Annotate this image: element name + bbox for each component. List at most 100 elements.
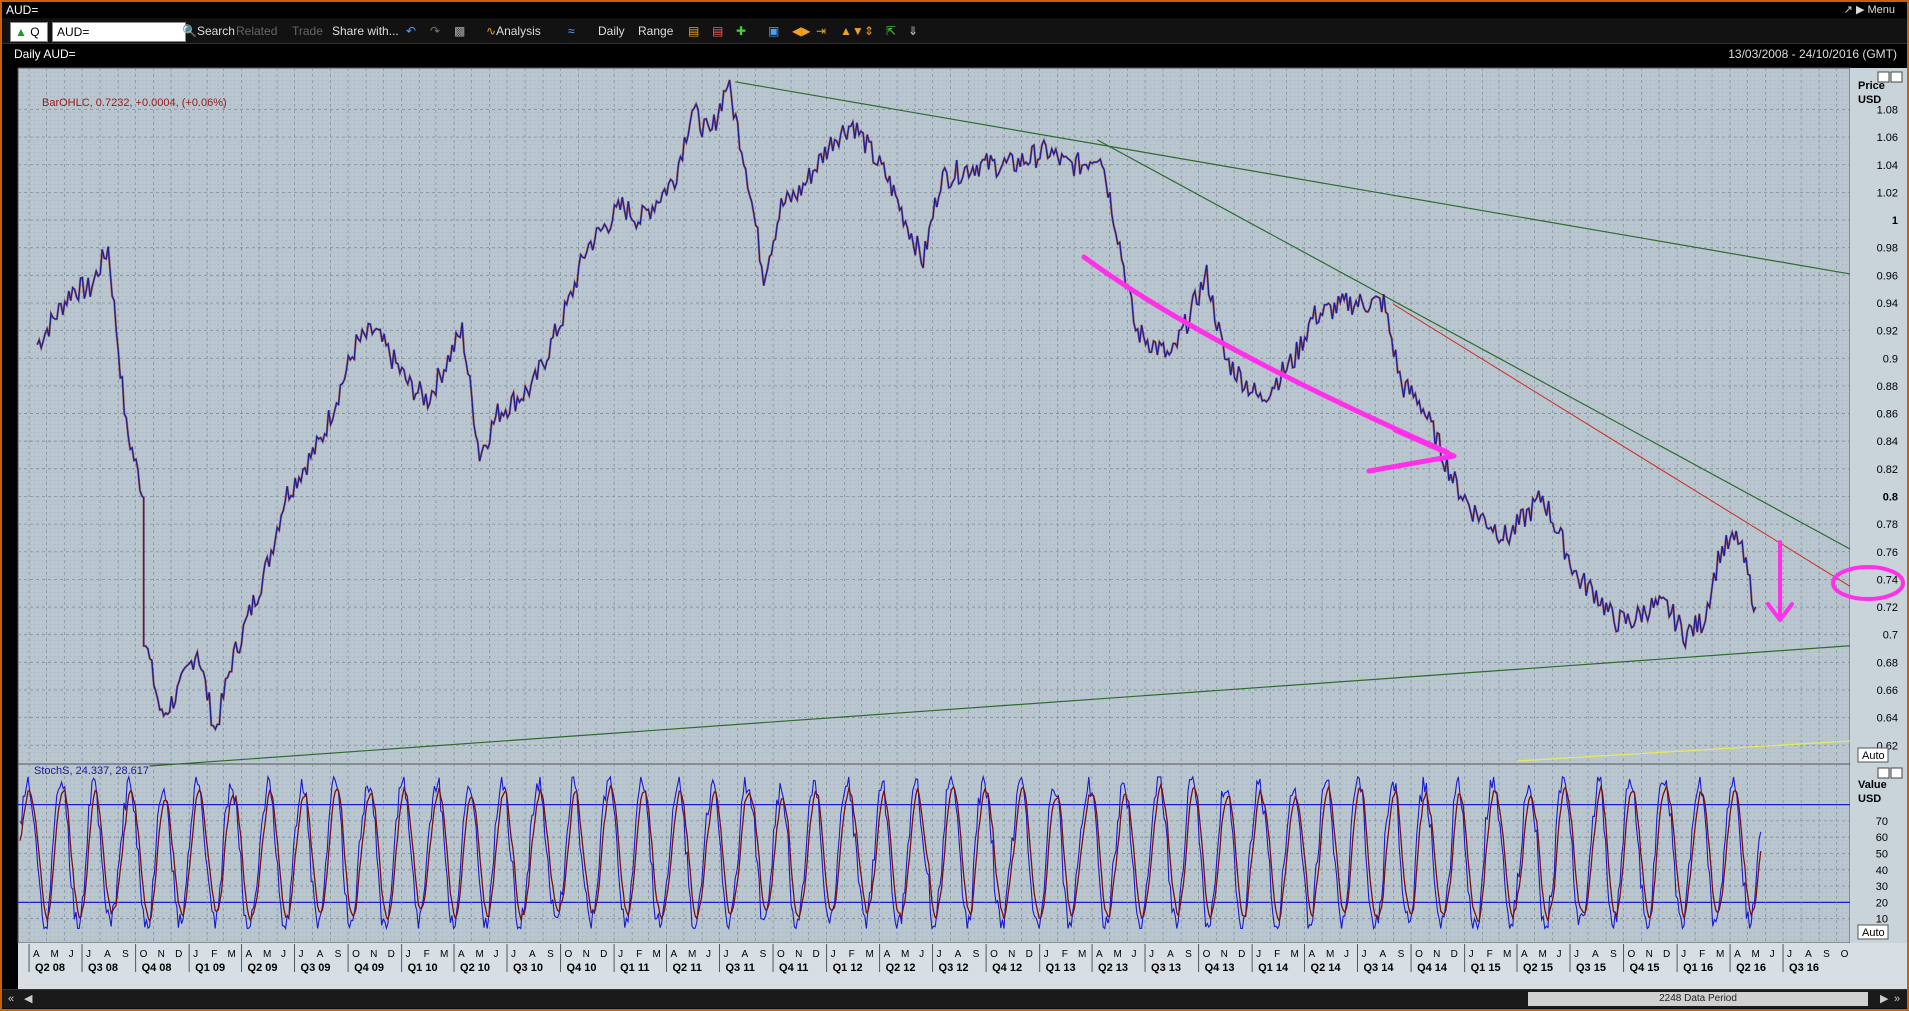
quote-type-select[interactable]: ▲ Q — [10, 22, 48, 42]
crosshair-icon[interactable]: ✚ — [736, 22, 746, 40]
scroll-left-icon[interactable]: ◀▶ — [792, 22, 810, 40]
month-tick-label: M — [51, 949, 59, 960]
month-tick-label: A — [884, 949, 891, 960]
quarter-tick-label: Q4 12 — [992, 962, 1022, 974]
month-tick-label: F — [636, 949, 642, 960]
quarter-tick-label: Q4 08 — [142, 962, 172, 974]
chart-canvas[interactable]: 1.08 1.06 1.04 1.02 1 0.98 0.96 0.94 0.92 0.9 0.88… — [2, 64, 1907, 989]
scale-icon[interactable]: ▲▼ — [840, 22, 864, 40]
popout-icon[interactable]: ↗ — [1844, 4, 1853, 16]
month-tick-label: O — [565, 949, 573, 960]
quarter-tick-label: Q2 13 — [1098, 962, 1128, 974]
price-close-icon[interactable] — [1890, 71, 1903, 83]
ric-input[interactable]: AUD= — [52, 22, 186, 42]
fit-icon[interactable]: ⇕ — [864, 22, 874, 40]
scroll-right-arrow-icon[interactable]: ▶ — [1880, 990, 1888, 1008]
quarter-tick-label: Q2 09 — [248, 962, 278, 974]
month-tick-label: J — [1132, 949, 1137, 960]
month-tick-label: S — [973, 949, 980, 960]
quarter-tick-label: Q4 11 — [779, 962, 808, 974]
price-tick-label: 0.82 — [1877, 464, 1898, 476]
quarter-tick-label: Q3 13 — [1151, 962, 1181, 974]
month-tick-label: D — [388, 949, 395, 960]
month-tick-label: M — [1503, 949, 1511, 960]
month-tick-label: D — [600, 949, 607, 960]
scroll-end-icon[interactable]: ⇥ — [816, 22, 826, 40]
quarter-tick-label: Q2 12 — [886, 962, 916, 974]
bar-chart-icon[interactable]: ▤ — [712, 22, 723, 40]
menu-label[interactable]: Menu — [1867, 4, 1895, 16]
line-chart-icon[interactable]: ▤ — [688, 22, 699, 40]
search-button[interactable]: 🔍Search — [182, 22, 235, 40]
month-tick-label: S — [1610, 949, 1617, 960]
scroll-start-icon[interactable]: « — [8, 990, 14, 1008]
month-tick-label: O — [140, 949, 148, 960]
month-tick-label: A — [1096, 949, 1103, 960]
more-chevron-icon[interactable]: ⇓ — [908, 22, 918, 40]
month-tick-label: J — [281, 949, 286, 960]
month-tick-label: M — [1290, 949, 1298, 960]
folder-icon[interactable]: ▩ — [454, 22, 465, 40]
month-tick-label: D — [813, 949, 820, 960]
month-tick-label: M — [1114, 949, 1122, 960]
month-tick-label: N — [370, 949, 377, 960]
month-tick-label: A — [1805, 949, 1812, 960]
time-scrollbar[interactable]: « ◀ 2248 Data Period ▶ » — [2, 989, 1907, 1008]
quarter-tick-label: Q2 16 — [1736, 962, 1766, 974]
window-titlebar: AUD= ↗ ▶ Menu — [2, 2, 1907, 18]
draw-tool-icon[interactable]: ⇱ — [886, 22, 896, 40]
redo-icon[interactable]: ↷ — [430, 22, 440, 40]
interval-select[interactable]: Daily — [598, 22, 625, 40]
scroll-left-arrow-icon[interactable]: ◀ — [24, 990, 32, 1008]
month-tick-label: J — [937, 949, 942, 960]
quarter-tick-label: Q3 08 — [88, 962, 118, 974]
overlay-icon[interactable]: ≈ — [568, 22, 575, 40]
price-tick-label: 0.84 — [1877, 436, 1898, 448]
scrollbar-thumb[interactable]: 2248 Data Period — [1528, 992, 1868, 1006]
date-range: 13/03/2008 - 24/10/2016 (GMT) — [1728, 47, 1897, 61]
price-tick-label: 0.92 — [1877, 326, 1898, 338]
month-tick-label: F — [1274, 949, 1280, 960]
share-button[interactable]: Share with... — [332, 22, 399, 40]
stoch-auto-label[interactable]: Auto — [1862, 927, 1885, 939]
month-tick-label: D — [1026, 949, 1033, 960]
trade-menu[interactable]: Trade — [292, 22, 323, 40]
undo-icon[interactable]: ↶ — [406, 22, 416, 40]
price-maximize-icon[interactable] — [1877, 71, 1890, 83]
month-tick-label: A — [742, 949, 749, 960]
price-auto-label[interactable]: Auto — [1862, 750, 1885, 762]
month-tick-label: O — [1203, 949, 1211, 960]
month-tick-label: D — [1238, 949, 1245, 960]
month-tick-label: M — [1326, 949, 1334, 960]
range-select[interactable]: Range — [638, 22, 673, 40]
lock-icon[interactable]: ▶ — [1856, 4, 1864, 16]
x-ticks: AMJJASONDJFMAMJJASONDJFMAMJJASONDJFMAMJJ… — [28, 944, 1849, 974]
stoch-close-icon[interactable] — [1890, 767, 1903, 779]
month-tick-label: A — [1521, 949, 1528, 960]
month-tick-label: M — [1078, 949, 1086, 960]
month-tick-label: N — [583, 949, 590, 960]
stoch-maximize-icon[interactable] — [1877, 767, 1890, 779]
price-tick-label: 0.9 — [1883, 353, 1898, 365]
stoch-tick-label: 20 — [1876, 897, 1888, 909]
month-tick-label: D — [1663, 949, 1670, 960]
price-tick-label: 0.78 — [1877, 519, 1898, 531]
related-menu[interactable]: Related — [236, 22, 277, 40]
quarter-tick-label: Q2 11 — [673, 962, 702, 974]
month-tick-label: A — [529, 949, 536, 960]
window-menu[interactable]: ↗ ▶ Menu — [1844, 2, 1895, 18]
month-tick-label: A — [33, 949, 40, 960]
month-tick-label: A — [1734, 949, 1741, 960]
zoom-icon[interactable]: ▣ — [768, 22, 779, 40]
month-tick-label: A — [1380, 949, 1387, 960]
month-tick-label: J — [831, 949, 836, 960]
scroll-end-icon[interactable]: » — [1894, 990, 1900, 1008]
quarter-tick-label: Q3 12 — [939, 962, 969, 974]
analysis-menu[interactable]: ∿Analysis — [486, 22, 541, 40]
month-tick-label: D — [1451, 949, 1458, 960]
month-tick-label: J — [1362, 949, 1367, 960]
stoch-ticks: 70 60 50 40 30 20 10 — [1876, 816, 1888, 926]
price-tick-label: 0.86 — [1877, 409, 1898, 421]
quarter-tick-label: Q4 09 — [354, 962, 384, 974]
month-tick-label: M — [901, 949, 909, 960]
